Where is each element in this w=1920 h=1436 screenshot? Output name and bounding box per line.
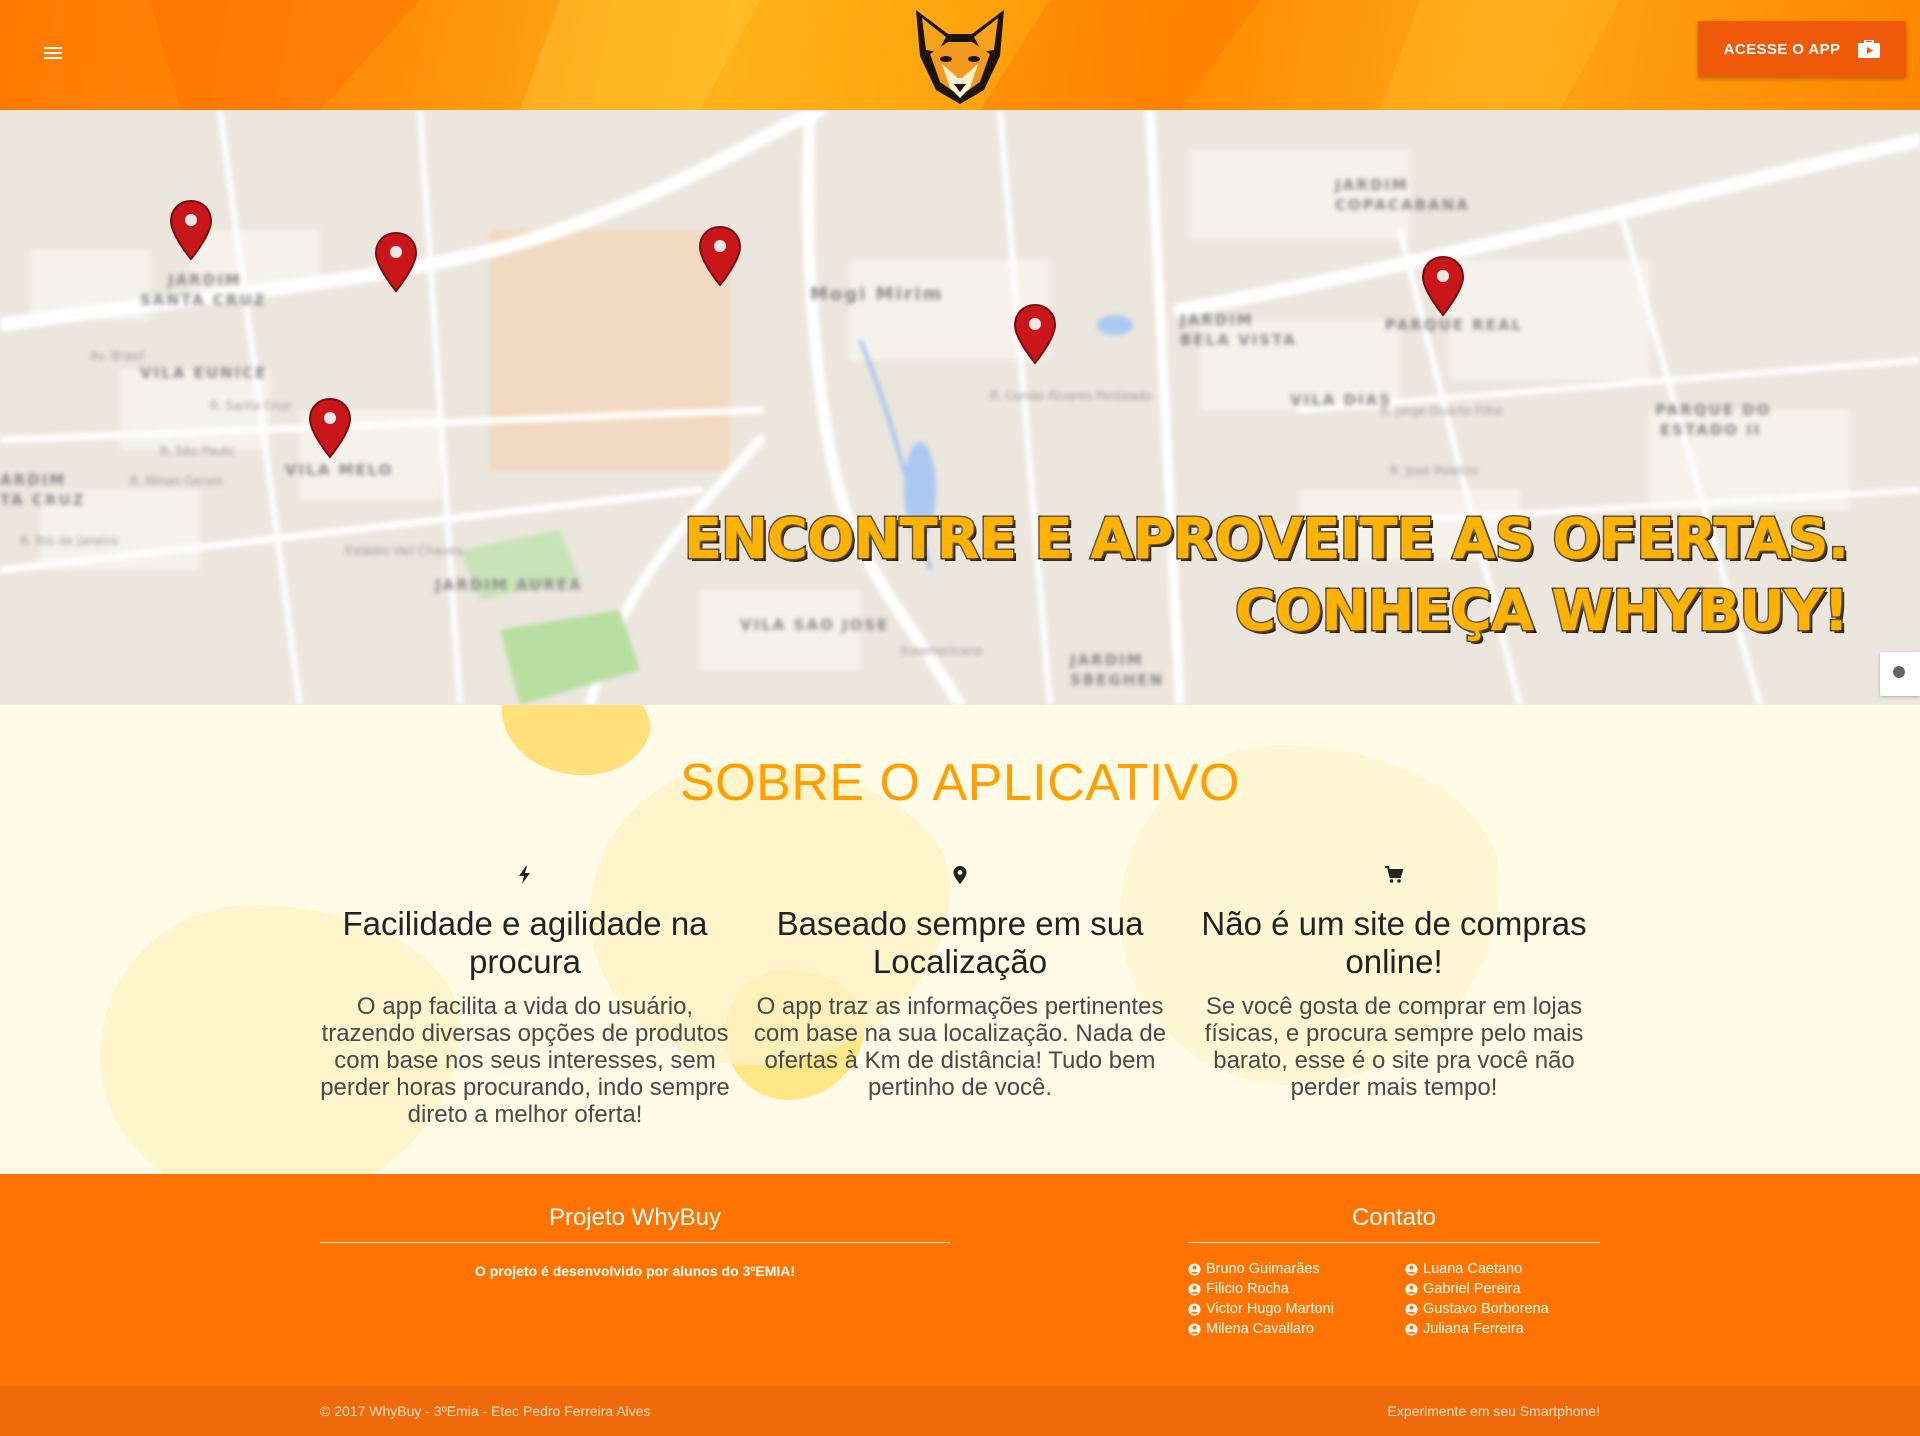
hamburger-menu-icon[interactable]	[44, 44, 66, 66]
contact-item[interactable]: Bruno Guimarães	[1188, 1261, 1405, 1277]
map-pin-icon[interactable]	[1012, 303, 1058, 365]
contact-name: Milena Cavallaro	[1206, 1321, 1314, 1337]
svg-text:VILA EUNICE: VILA EUNICE	[140, 364, 267, 382]
contact-item[interactable]: Gustavo Borborena	[1405, 1301, 1585, 1317]
fox-logo-icon[interactable]	[908, 4, 1012, 108]
top-navbar: ACESSE O APP	[0, 0, 1920, 110]
feature-ease: Facilidade e agilidade na procura O app …	[317, 865, 733, 1128]
svg-text:JARDIM: JARDIM	[1069, 651, 1144, 669]
contact-name: Filicio Rocha	[1206, 1281, 1289, 1297]
access-app-button[interactable]: ACESSE O APP	[1698, 21, 1906, 77]
map-location-control[interactable]	[1880, 652, 1920, 696]
contact-name: Gustavo Borborena	[1423, 1301, 1549, 1317]
user-circle-icon	[1188, 1282, 1201, 1296]
copyright-bar: © 2017 WhyBuy - 3ºEmia - Etec Pedro Ferr…	[0, 1386, 1920, 1436]
svg-text:VILA SAO JOSE: VILA SAO JOSE	[740, 616, 889, 634]
footer-project-title: Projeto WhyBuy	[320, 1204, 950, 1243]
svg-text:R. José Poletini: R. José Poletini	[1390, 464, 1478, 478]
svg-text:Av. Brasil: Av. Brasil	[90, 349, 145, 363]
feature-text: O app traz as informações pertinentes co…	[753, 993, 1167, 1101]
svg-text:Sulamericana: Sulamericana	[900, 644, 982, 658]
lightning-bolt-icon	[519, 866, 530, 884]
svg-text:PARQUE DO: PARQUE DO	[1655, 401, 1771, 419]
about-title: SOBRE O APLICATIVO	[680, 754, 1240, 812]
contact-name: Gabriel Pereira	[1423, 1281, 1521, 1297]
user-circle-icon	[1405, 1262, 1418, 1276]
user-circle-icon	[1405, 1322, 1418, 1336]
feature-text: Se você gosta de comprar em lojas física…	[1204, 993, 1584, 1101]
feature-title: Facilidade e agilidade na procura	[342, 905, 708, 980]
svg-text:PARQUE REAL: PARQUE REAL	[1385, 316, 1523, 334]
svg-text:JARDIM: JARDIM	[1179, 311, 1254, 329]
svg-text:TA CRUZ: TA CRUZ	[0, 491, 86, 509]
svg-text:R. Santa Cruz: R. Santa Cruz	[210, 399, 291, 413]
map-pin-icon[interactable]	[697, 225, 743, 287]
contact-item[interactable]: Milena Cavallaro	[1188, 1321, 1405, 1337]
svg-text:Estádio Vail Chaves: Estádio Vail Chaves	[345, 544, 462, 558]
map-pin-icon[interactable]	[1420, 255, 1466, 317]
svg-text:ARDIM: ARDIM	[0, 471, 66, 489]
footer-project-description: O projeto é desenvolvido por alunos do 3…	[474, 1263, 796, 1279]
svg-text:JARDIM AUREA: JARDIM AUREA	[434, 576, 583, 594]
shopping-cart-icon	[1385, 866, 1404, 883]
user-circle-icon	[1188, 1262, 1201, 1276]
map-hero[interactable]: JARDIM SANTA CRUZ VILA EUNICE VILA MELO M…	[0, 110, 1920, 705]
svg-text:VILA MELO: VILA MELO	[285, 461, 394, 479]
feature-title: Baseado sempre em sua Localização	[776, 905, 1144, 980]
feature-title: Não é um site de compras online!	[1201, 905, 1587, 980]
contact-item[interactable]: Victor Hugo Martoni	[1188, 1301, 1405, 1317]
footer-contact: Contato Bruno Guimarães Luana Caetano Fi…	[1188, 1204, 1600, 1337]
contact-item[interactable]: Gabriel Pereira	[1405, 1281, 1585, 1297]
about-section: SOBRE O APLICATIVO Facilidade e agilidad…	[0, 705, 1920, 1174]
copyright-text: © 2017 WhyBuy - 3ºEmia - Etec Pedro Ferr…	[320, 1403, 651, 1419]
svg-text:SBEGHEN: SBEGHEN	[1070, 671, 1164, 689]
user-circle-icon	[1405, 1282, 1418, 1296]
contact-item[interactable]: Juliana Ferreira	[1405, 1321, 1585, 1337]
map-pin-icon[interactable]	[307, 397, 353, 459]
feature-location: Baseado sempre em sua Localização O app …	[752, 865, 1168, 1101]
svg-text:ESTADO II: ESTADO II	[1660, 421, 1761, 439]
svg-text:R. Minas Gerais: R. Minas Gerais	[130, 474, 223, 488]
user-circle-icon	[1188, 1302, 1201, 1316]
contact-name: Bruno Guimarães	[1206, 1261, 1320, 1277]
svg-text:VILA DIAS: VILA DIAS	[1290, 391, 1392, 409]
user-circle-icon	[1188, 1322, 1201, 1336]
smartphone-tagline: Experimente em seu Smartphone!	[1387, 1403, 1600, 1419]
contact-list: Bruno Guimarães Luana Caetano Filicio Ro…	[1188, 1261, 1600, 1337]
feature-text: O app facilita a vida do usuário, trazen…	[320, 993, 730, 1128]
map-pin-icon[interactable]	[168, 199, 214, 261]
svg-text:JARDIM: JARDIM	[167, 271, 242, 289]
map-pin-icon[interactable]	[373, 231, 419, 293]
svg-text:R. Rio de Janeiro: R. Rio de Janeiro	[20, 534, 118, 548]
access-app-label: ACESSE O APP	[1723, 40, 1841, 58]
hero-headline-line2: CONHEÇA WHYBUY!	[1233, 579, 1850, 644]
svg-text:Mogi Mirim: Mogi Mirim	[810, 284, 943, 305]
svg-text:BELA VISTA: BELA VISTA	[1180, 331, 1297, 349]
footer: Projeto WhyBuy O projeto é desenvolvido …	[0, 1174, 1920, 1386]
contact-name: Juliana Ferreira	[1423, 1321, 1524, 1337]
contact-item[interactable]: Luana Caetano	[1405, 1261, 1585, 1277]
user-circle-icon	[1405, 1302, 1418, 1316]
hero-headline-line1: ENCONTRE E APROVEITE AS OFERTAS.	[682, 507, 1850, 572]
svg-text:JARDIM: JARDIM	[1334, 176, 1409, 194]
feature-not-online-store: Não é um site de compras online! Se você…	[1186, 865, 1602, 1101]
contact-name: Luana Caetano	[1423, 1261, 1523, 1277]
svg-text:COPACABANA: COPACABANA	[1335, 196, 1470, 214]
location-pin-icon	[953, 866, 967, 884]
svg-text:SANTA CRUZ: SANTA CRUZ	[140, 291, 266, 309]
contact-name: Victor Hugo Martoni	[1206, 1301, 1334, 1317]
footer-project: Projeto WhyBuy O projeto é desenvolvido …	[320, 1204, 950, 1279]
svg-text:R. São Paulo: R. São Paulo	[160, 444, 234, 458]
contact-item[interactable]: Filicio Rocha	[1188, 1281, 1405, 1297]
footer-contact-title: Contato	[1188, 1204, 1600, 1243]
briefcase-play-icon	[1858, 40, 1881, 58]
svg-text:R. Conde Álvares Penteado: R. Conde Álvares Penteado	[990, 388, 1152, 403]
svg-text:R. Jorge Duarte Filho: R. Jorge Duarte Filho	[1380, 404, 1503, 418]
